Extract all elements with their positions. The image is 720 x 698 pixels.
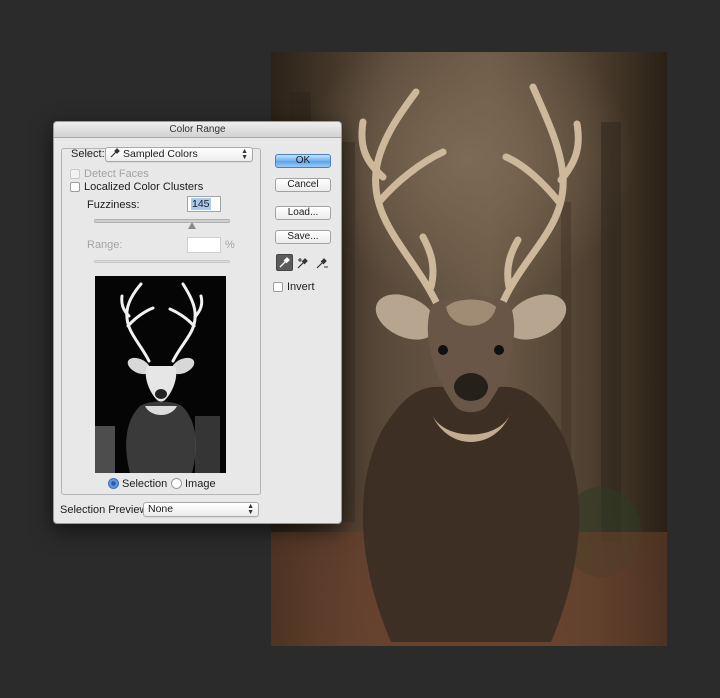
fuzziness-slider-track[interactable]	[94, 219, 230, 223]
image-radio[interactable]	[171, 478, 182, 489]
detect-faces-label: Detect Faces	[84, 168, 149, 180]
selection-preview-popup[interactable]: None ▲ ▼	[143, 502, 259, 517]
invert-label: Invert	[287, 281, 315, 293]
localized-clusters-label: Localized Color Clusters	[84, 181, 204, 193]
eyedropper-plus-tool[interactable]	[295, 254, 312, 271]
invert-checkbox[interactable]	[273, 282, 283, 292]
selection-preview-thumbnail[interactable]	[95, 276, 226, 473]
chevron-updown-icon: ▲ ▼	[247, 503, 254, 516]
selection-radio-label: Selection	[122, 478, 168, 490]
chevron-updown-icon: ▲ ▼	[241, 148, 248, 161]
eyedropper-minus-icon	[316, 257, 328, 268]
ok-button[interactable]: OK	[275, 154, 331, 168]
eyedropper-icon	[110, 148, 120, 158]
fuzziness-input[interactable]: 145	[187, 196, 221, 212]
save-button[interactable]: Save...	[275, 230, 331, 244]
options-group: Select: Sampled Colors ▲ ▼ Detect Faces L…	[61, 147, 261, 495]
detect-faces-checkbox[interactable]	[70, 169, 80, 179]
fuzziness-value: 145	[191, 198, 211, 210]
cancel-button[interactable]: Cancel	[275, 178, 331, 192]
selection-preview-label: Selection Preview:	[60, 504, 151, 516]
selection-radio[interactable]	[108, 478, 119, 489]
eyedropper-minus-tool[interactable]	[314, 254, 331, 271]
image-radio-label: Image	[185, 478, 216, 490]
fuzziness-slider-thumb[interactable]	[188, 222, 196, 229]
eyedropper-tool[interactable]	[276, 254, 293, 271]
select-popup[interactable]: Sampled Colors ▲ ▼	[105, 147, 253, 162]
range-input[interactable]	[187, 237, 221, 253]
range-label: Range:	[87, 239, 123, 251]
selection-preview-value: None	[148, 503, 174, 515]
select-value: Sampled Colors	[123, 148, 198, 160]
select-label: Select:	[71, 148, 105, 160]
selection-mask-image	[95, 276, 226, 473]
color-range-dialog: Color Range Select: Sampled Colors ▲ ▼ De…	[53, 121, 342, 524]
load-button[interactable]: Load...	[275, 206, 331, 220]
eyedropper-icon	[279, 257, 290, 268]
range-unit: %	[225, 239, 235, 251]
fuzziness-label: Fuzziness:	[87, 199, 140, 211]
dialog-title[interactable]: Color Range	[54, 122, 341, 138]
localized-clusters-checkbox[interactable]	[70, 182, 80, 192]
eyedropper-plus-icon	[297, 257, 308, 268]
range-slider-track[interactable]	[94, 260, 230, 263]
